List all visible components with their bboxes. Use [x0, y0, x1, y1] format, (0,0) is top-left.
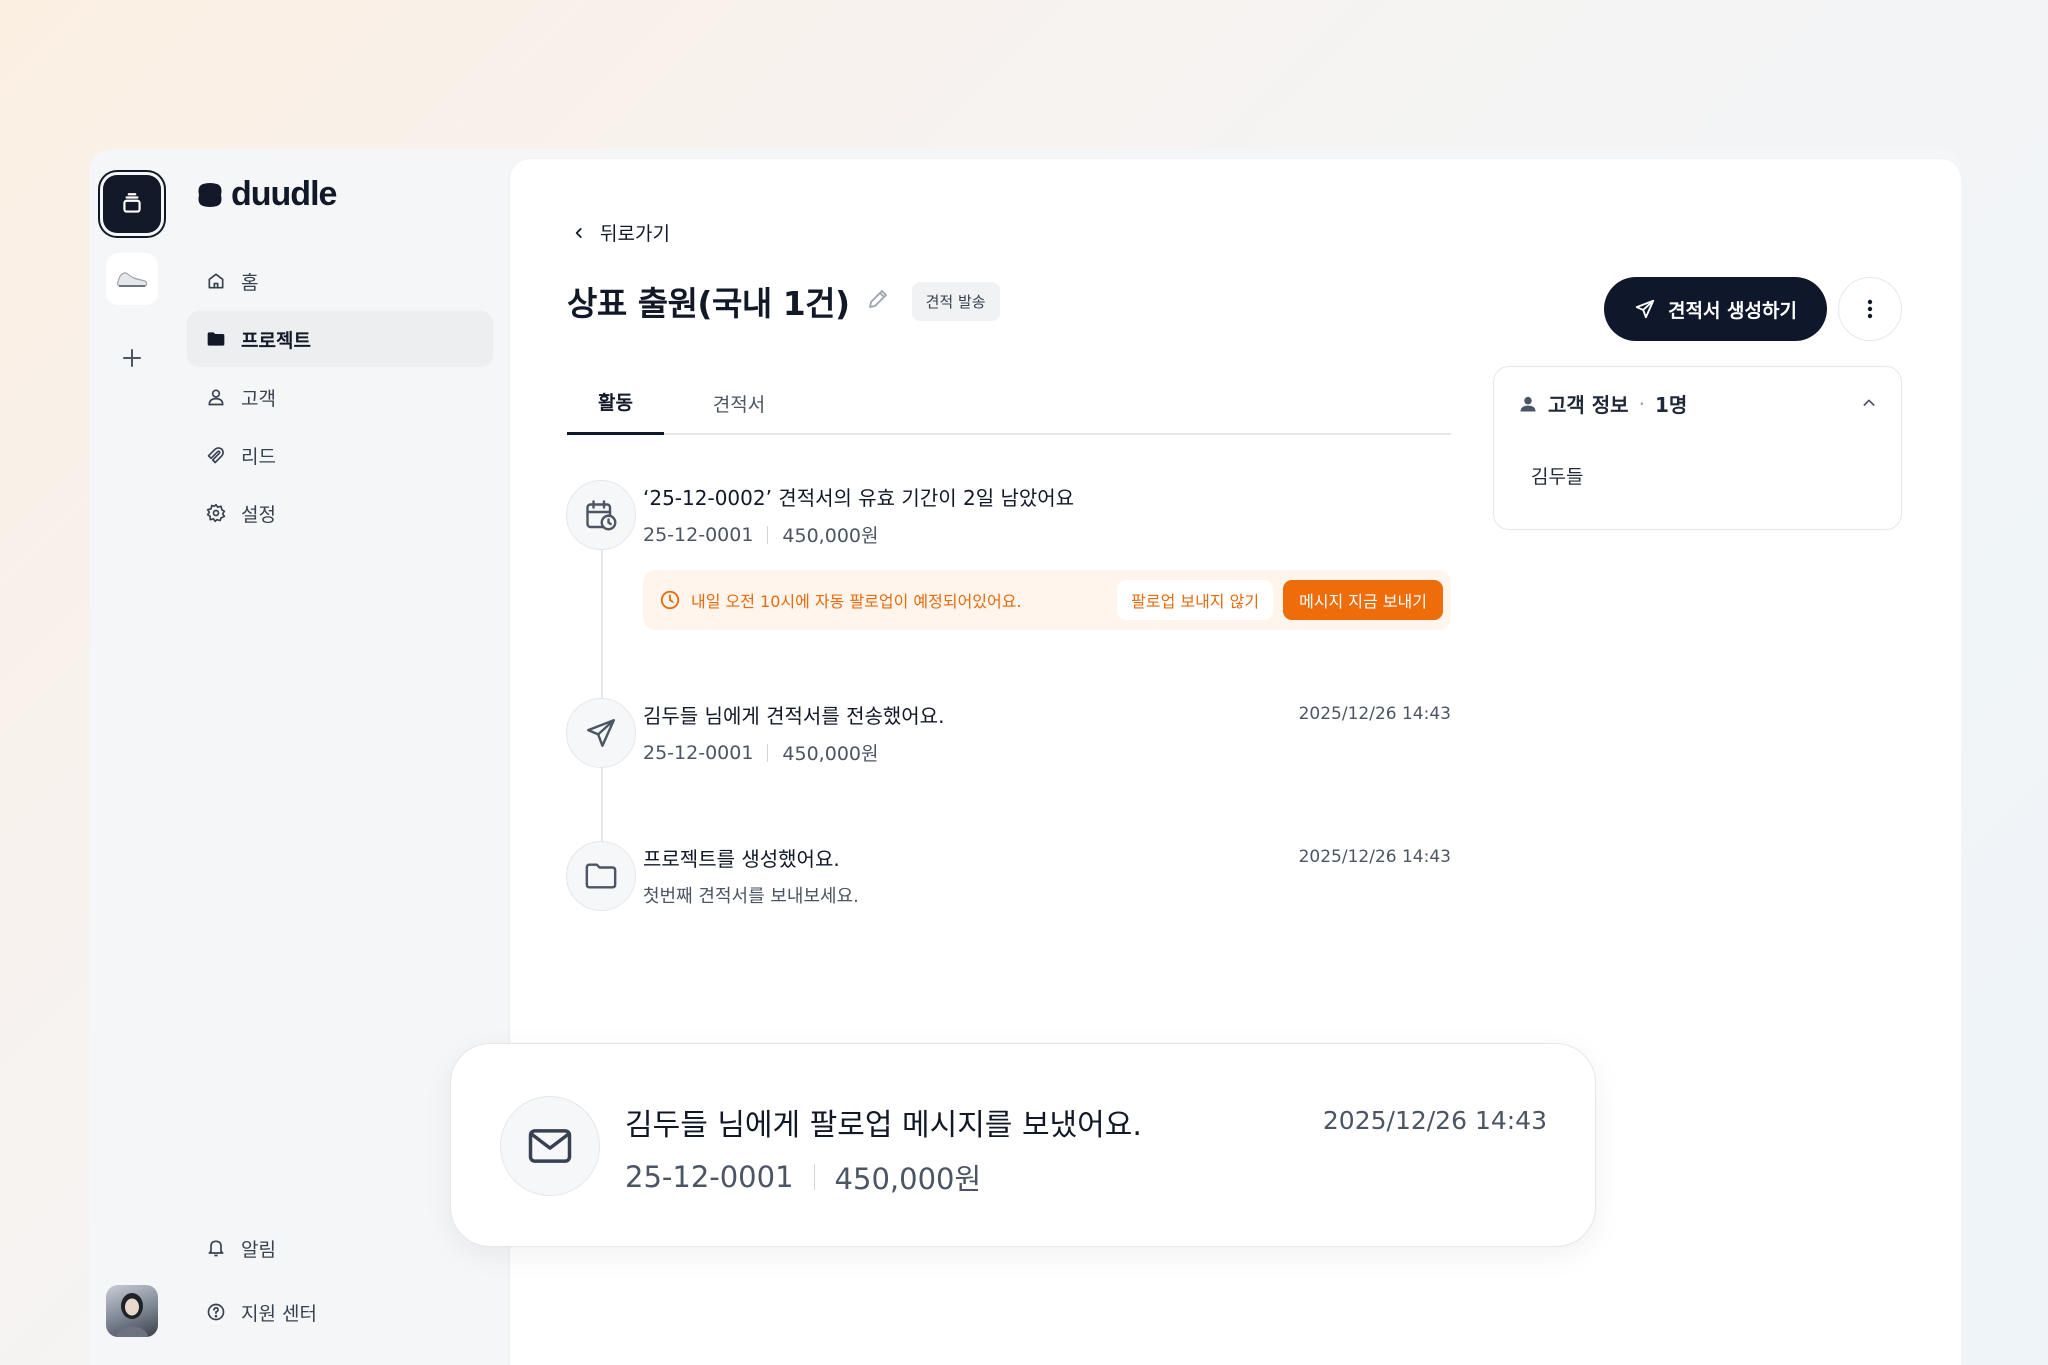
sidebar-item-label: 고객: [241, 387, 276, 410]
clock-icon: [660, 590, 680, 610]
timeline-item-icon: [566, 841, 636, 911]
sidebar-item-label: 설정: [241, 503, 276, 526]
stack-icon: [123, 193, 141, 213]
timeline-item-title: 프로젝트를 생성했어요.: [643, 847, 840, 871]
card-time: 2025/12/26 14:43: [1322, 1106, 1547, 1135]
customer-info-card: 고객 정보 · 1명 김두들: [1493, 366, 1902, 530]
user-icon: [205, 386, 227, 408]
timeline-item-subtitle: 첫번째 견적서를 보내보세요.: [643, 886, 859, 907]
timeline-item-icon: [566, 698, 636, 768]
customer-info-title: 고객 정보: [1548, 393, 1629, 417]
help-icon: [205, 1301, 227, 1323]
sidebar-item-label: 홈: [241, 271, 259, 294]
user-icon: [1520, 396, 1536, 411]
calendar-clock-icon: [586, 500, 617, 531]
divider: [767, 743, 769, 762]
create-quote-button[interactable]: 견적서 생성하기: [1604, 277, 1827, 341]
quote-code: 25-12-0001: [643, 523, 754, 546]
page-title: 상표 출원(국내 1건): [567, 284, 850, 323]
workspace-avatar-button[interactable]: [106, 253, 158, 305]
quote-amount: 450,000원: [782, 525, 879, 547]
sidebar-bottom-nav: 알림 지원 센터: [187, 1217, 493, 1345]
sneaker-icon: [117, 272, 148, 287]
customer-info-header[interactable]: 고객 정보 · 1명: [1518, 389, 1687, 418]
quote-amount: 450,000원: [782, 743, 879, 765]
tab-quotes[interactable]: 견적서: [664, 371, 814, 435]
tab-activity[interactable]: 활동: [567, 371, 664, 435]
plus-icon: [123, 349, 141, 367]
send-now-button[interactable]: 메시지 지금 보내기: [1283, 580, 1443, 620]
timeline-item-title: 김두들 님에게 견적서를 전송했어요.: [643, 704, 945, 728]
tab-bar: 활동 견적서: [567, 371, 1451, 435]
mail-icon: [528, 1129, 572, 1163]
sidebar-item-label: 프로젝트: [241, 329, 311, 352]
followup-alert-text: 내일 오전 10시에 자동 팔로업이 예정되어있어요.: [691, 592, 1022, 611]
customer-name[interactable]: 김두들: [1531, 462, 1583, 489]
send-icon: [587, 719, 615, 747]
chevron-left-icon: [575, 227, 582, 238]
sidebar-item-leads[interactable]: 리드: [187, 427, 493, 483]
card-meta: 25-12-0001 450,000원: [625, 1156, 981, 1198]
folder-icon: [585, 863, 617, 889]
sidebar-item-notifications[interactable]: 알림: [187, 1217, 493, 1279]
logo-mark-icon: [198, 182, 222, 207]
home-icon: [205, 270, 227, 292]
add-workspace-button[interactable]: [103, 329, 161, 387]
sidebar-item-projects[interactable]: 프로젝트: [187, 311, 493, 367]
workspace-home-button[interactable]: [103, 175, 161, 233]
sidebar-item-settings[interactable]: 설정: [187, 485, 493, 541]
gear-icon: [205, 502, 227, 524]
send-icon: [1635, 299, 1655, 319]
card-icon-circle: [500, 1096, 600, 1196]
chevron-up-icon[interactable]: [1861, 395, 1877, 411]
timeline-item-time: 2025/12/26 14:43: [1298, 847, 1451, 867]
followup-sent-card: 김두들 님에게 팔로업 메시지를 보냈어요. 2025/12/26 14:43 …: [450, 1043, 1596, 1247]
create-quote-label: 견적서 생성하기: [1668, 299, 1797, 322]
sidebar-item-label: 리드: [241, 445, 276, 468]
magnet-icon: [205, 444, 227, 466]
skip-followup-button[interactable]: 팔로업 보내지 않기: [1117, 580, 1274, 620]
more-vertical-icon: [1867, 299, 1873, 319]
separator-dot: ·: [1638, 391, 1645, 416]
sidebar-item-home[interactable]: 홈: [187, 253, 493, 309]
timeline-item-meta: 25-12-0001 450,000원: [643, 521, 878, 548]
sidebar-item-label: 알림: [241, 1238, 276, 1261]
timeline-item-icon: [566, 480, 636, 550]
followup-alert: 내일 오전 10시에 자동 팔로업이 예정되어있어요. 팔로업 보내지 않기 메…: [643, 570, 1451, 630]
divider: [767, 525, 769, 544]
divider: [813, 1164, 815, 1190]
bell-icon: [205, 1237, 227, 1259]
sidebar-nav: 홈 프로젝트 고객 리드 설정: [187, 253, 493, 543]
sidebar-item-help[interactable]: 지원 센터: [187, 1281, 493, 1343]
back-link[interactable]: 뒤로가기: [572, 219, 670, 246]
timeline-item-meta: 25-12-0001 450,000원: [643, 739, 878, 766]
edit-title-icon[interactable]: [866, 287, 890, 315]
timeline-item-title: ‘25-12-0002’ 견적서의 유효 기간이 2일 남았어요: [643, 486, 1075, 510]
quote-code: 25-12-0001: [643, 741, 754, 764]
back-label: 뒤로가기: [600, 223, 670, 245]
status-badge: 견적 발송: [911, 281, 1000, 321]
quote-code: 25-12-0001: [625, 1160, 794, 1194]
customer-count: 1명: [1654, 393, 1688, 417]
brand-logo[interactable]: duudle: [197, 175, 337, 214]
sidebar-item-label: 지원 센터: [241, 1302, 317, 1325]
brand-name: duudle: [231, 175, 337, 213]
card-title: 김두들 님에게 팔로업 메시지를 보냈어요.: [625, 1108, 1142, 1143]
more-options-button[interactable]: [1838, 277, 1902, 341]
workspace-rail: [89, 149, 175, 1365]
quote-amount: 450,000원: [834, 1162, 982, 1196]
user-avatar[interactable]: [106, 1285, 158, 1337]
title-row: 상표 출원(국내 1건) 견적 발송: [567, 277, 1000, 325]
sidebar-item-customers[interactable]: 고객: [187, 369, 493, 425]
profile-photo: [116, 1293, 148, 1337]
timeline-item-time: 2025/12/26 14:43: [1298, 704, 1451, 724]
folder-icon: [205, 328, 227, 350]
